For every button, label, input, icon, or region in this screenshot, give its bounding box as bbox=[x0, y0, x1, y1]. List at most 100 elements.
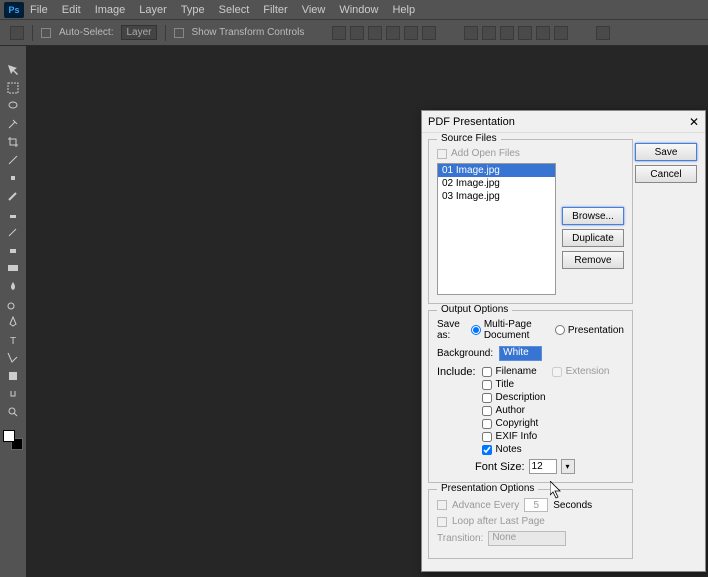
menu-image[interactable]: Image bbox=[95, 4, 126, 16]
list-item[interactable]: 01 Image.jpg bbox=[438, 164, 555, 177]
hand-tool-icon[interactable] bbox=[4, 386, 22, 401]
loop-label: Loop after Last Page bbox=[452, 516, 545, 527]
gradient-tool-icon[interactable] bbox=[4, 260, 22, 275]
loop-check bbox=[437, 517, 447, 527]
ps-logo: Ps bbox=[4, 2, 24, 18]
crop-tool-icon[interactable] bbox=[4, 134, 22, 149]
move-tool-icon[interactable] bbox=[10, 26, 24, 40]
multi-page-radio[interactable] bbox=[471, 325, 481, 335]
background-label: Background: bbox=[437, 348, 493, 359]
output-options-legend: Output Options bbox=[437, 304, 512, 315]
auto-select-label: Auto-Select: bbox=[59, 27, 113, 38]
advance-check bbox=[437, 500, 447, 510]
copyright-label: Copyright bbox=[496, 418, 539, 429]
show-transform-label: Show Transform Controls bbox=[192, 27, 305, 38]
list-item[interactable]: 03 Image.jpg bbox=[438, 190, 555, 203]
healing-tool-icon[interactable] bbox=[4, 170, 22, 185]
menu-bar: File Edit Image Layer Type Select Filter… bbox=[0, 0, 708, 20]
lasso-tool-icon[interactable] bbox=[4, 98, 22, 113]
title-check[interactable] bbox=[482, 380, 492, 390]
advance-label: Advance Every bbox=[452, 500, 519, 511]
presentation-label: Presentation bbox=[568, 325, 624, 336]
add-open-files-label: Add Open Files bbox=[451, 148, 520, 159]
distribute-icon[interactable] bbox=[536, 26, 550, 40]
description-check[interactable] bbox=[482, 393, 492, 403]
file-list[interactable]: 01 Image.jpg 02 Image.jpg 03 Image.jpg bbox=[437, 163, 556, 295]
exif-label: EXIF Info bbox=[496, 431, 538, 442]
copyright-check[interactable] bbox=[482, 419, 492, 429]
menu-filter[interactable]: Filter bbox=[263, 4, 287, 16]
presentation-options-legend: Presentation Options bbox=[437, 483, 538, 494]
type-tool-icon[interactable]: T bbox=[4, 332, 22, 347]
move-tool-icon[interactable] bbox=[4, 62, 22, 77]
align-icon[interactable] bbox=[350, 26, 364, 40]
color-swatches[interactable] bbox=[3, 430, 23, 450]
shape-tool-icon[interactable] bbox=[4, 368, 22, 383]
font-size-input[interactable] bbox=[529, 459, 557, 474]
brush-tool-icon[interactable] bbox=[4, 188, 22, 203]
menu-file[interactable]: File bbox=[30, 4, 48, 16]
svg-text:T: T bbox=[10, 336, 16, 346]
eraser-tool-icon[interactable] bbox=[4, 242, 22, 257]
close-icon[interactable]: ✕ bbox=[689, 115, 699, 129]
source-files-legend: Source Files bbox=[437, 133, 501, 144]
mode-icon[interactable] bbox=[596, 26, 610, 40]
stamp-tool-icon[interactable] bbox=[4, 206, 22, 221]
transition-label: Transition: bbox=[437, 533, 483, 544]
blur-tool-icon[interactable] bbox=[4, 278, 22, 293]
align-icon[interactable] bbox=[422, 26, 436, 40]
zoom-tool-icon[interactable] bbox=[4, 404, 22, 419]
pdf-presentation-dialog: PDF Presentation ✕ Save Cancel Source Fi… bbox=[421, 110, 706, 572]
distribute-icon[interactable] bbox=[464, 26, 478, 40]
menu-type[interactable]: Type bbox=[181, 4, 205, 16]
align-icon[interactable] bbox=[386, 26, 400, 40]
save-button[interactable]: Save bbox=[635, 143, 697, 161]
dialog-title: PDF Presentation bbox=[428, 116, 515, 128]
history-brush-icon[interactable] bbox=[4, 224, 22, 239]
auto-select-dropdown[interactable]: Layer bbox=[121, 25, 156, 40]
menu-layer[interactable]: Layer bbox=[139, 4, 167, 16]
presentation-radio[interactable] bbox=[555, 325, 565, 335]
eyedropper-tool-icon[interactable] bbox=[4, 152, 22, 167]
exif-check[interactable] bbox=[482, 432, 492, 442]
filename-check[interactable] bbox=[482, 367, 492, 377]
extension-check bbox=[552, 367, 562, 377]
author-check[interactable] bbox=[482, 406, 492, 416]
distribute-icon[interactable] bbox=[500, 26, 514, 40]
cancel-button[interactable]: Cancel bbox=[635, 165, 697, 183]
align-icon[interactable] bbox=[368, 26, 382, 40]
tools-panel: T bbox=[0, 46, 26, 450]
auto-select-check[interactable] bbox=[41, 28, 51, 38]
distribute-icon[interactable] bbox=[518, 26, 532, 40]
remove-button[interactable]: Remove bbox=[562, 251, 624, 269]
distribute-icon[interactable] bbox=[554, 26, 568, 40]
align-icon[interactable] bbox=[404, 26, 418, 40]
path-tool-icon[interactable] bbox=[4, 350, 22, 365]
font-size-label: Font Size: bbox=[475, 461, 525, 473]
notes-check[interactable] bbox=[482, 445, 492, 455]
multi-page-label: Multi-Page Document bbox=[484, 319, 549, 341]
background-dropdown[interactable]: White bbox=[499, 346, 542, 361]
pen-tool-icon[interactable] bbox=[4, 314, 22, 329]
list-item[interactable]: 02 Image.jpg bbox=[438, 177, 555, 190]
author-label: Author bbox=[496, 405, 525, 416]
marquee-tool-icon[interactable] bbox=[4, 80, 22, 95]
options-bar: Auto-Select: Layer Show Transform Contro… bbox=[0, 20, 708, 46]
wand-tool-icon[interactable] bbox=[4, 116, 22, 131]
advance-input bbox=[524, 498, 548, 512]
show-transform-check[interactable] bbox=[174, 28, 184, 38]
align-icon[interactable] bbox=[332, 26, 346, 40]
foreground-color[interactable] bbox=[3, 430, 15, 442]
notes-label: Notes bbox=[496, 444, 522, 455]
menu-window[interactable]: Window bbox=[339, 4, 378, 16]
menu-view[interactable]: View bbox=[302, 4, 326, 16]
menu-edit[interactable]: Edit bbox=[62, 4, 81, 16]
menu-help[interactable]: Help bbox=[392, 4, 415, 16]
font-size-dropdown[interactable]: ▾ bbox=[561, 459, 575, 474]
browse-button[interactable]: Browse... bbox=[562, 207, 624, 225]
menu-select[interactable]: Select bbox=[219, 4, 250, 16]
distribute-icon[interactable] bbox=[482, 26, 496, 40]
duplicate-button[interactable]: Duplicate bbox=[562, 229, 624, 247]
filename-label: Filename bbox=[496, 366, 537, 377]
dodge-tool-icon[interactable] bbox=[4, 296, 22, 311]
